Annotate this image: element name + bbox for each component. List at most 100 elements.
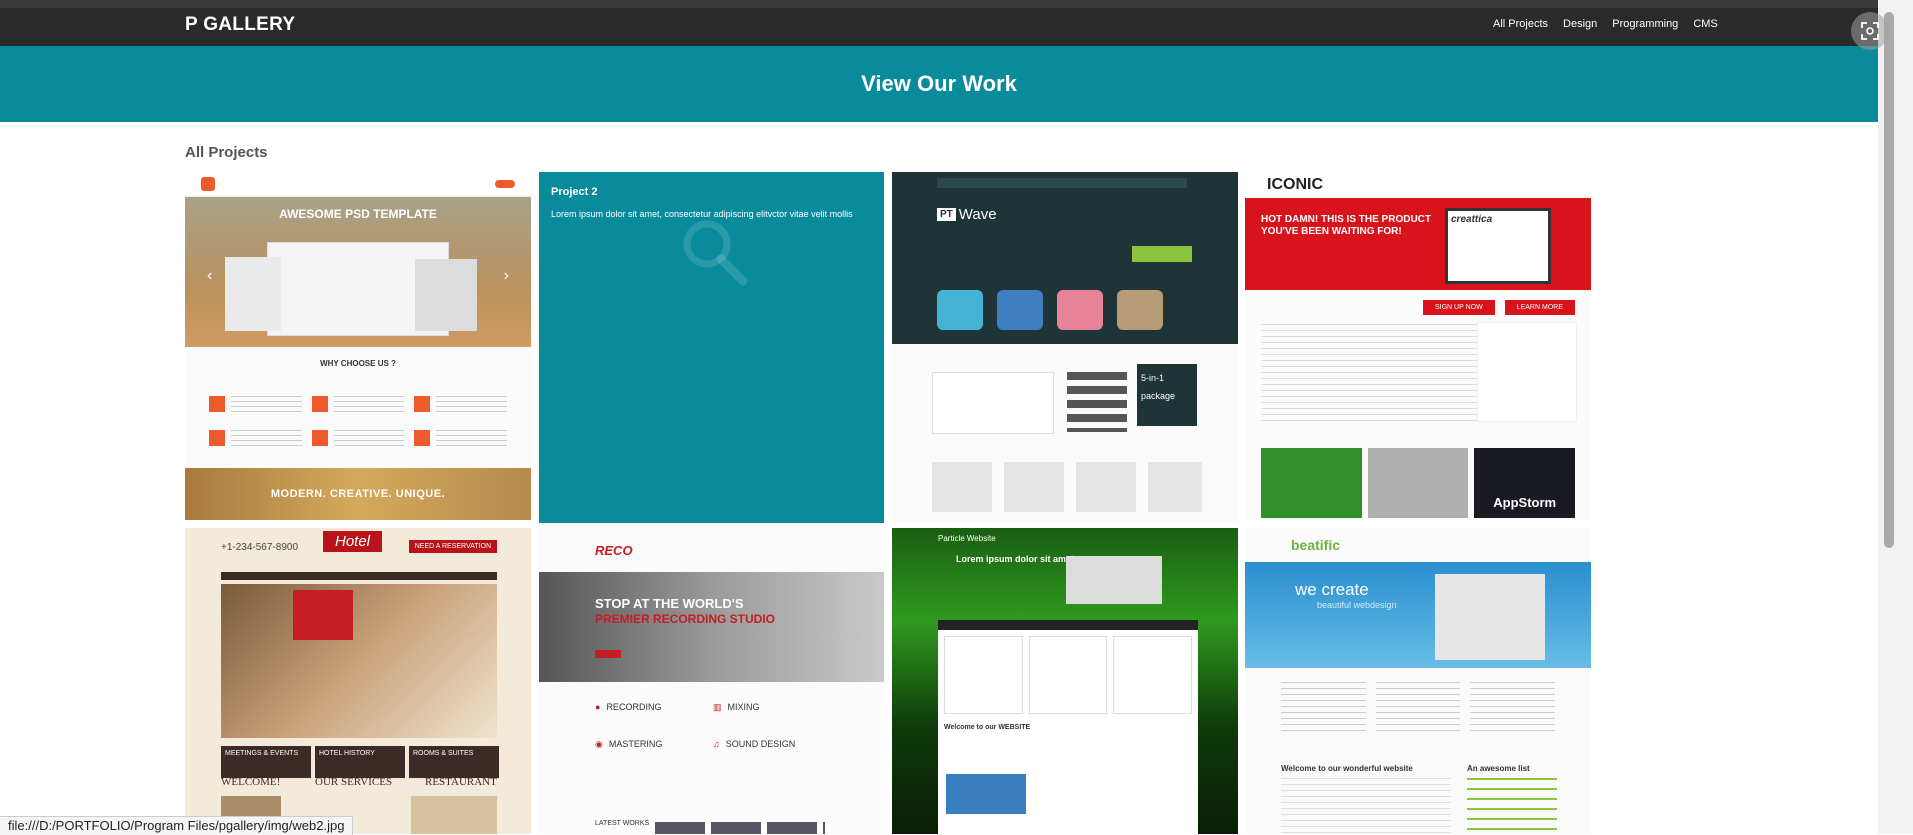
testimonial-box — [932, 372, 1054, 434]
hotel-button-history: HOTEL HISTORY — [315, 746, 405, 778]
beatific-hero-text: we create — [1295, 580, 1369, 599]
hotel-logo: Hotel — [323, 531, 383, 552]
reco-headline-2: PREMIER RECORDING STUDIO — [595, 612, 776, 626]
learn-more-button: LEARN MORE — [1504, 300, 1575, 315]
project-tile-2[interactable]: Project 2 Lorem ipsum dolor sit amet, co… — [539, 172, 884, 523]
beatific-feature — [1375, 682, 1461, 732]
hotel-heading-services: OUR SERVICES — [315, 776, 393, 788]
thumb-gray — [1367, 448, 1469, 518]
umbrella-icon — [1057, 290, 1103, 330]
feature-item — [209, 396, 302, 416]
wave-logo: PT Wave — [937, 206, 997, 223]
project-tile-4[interactable]: ICONIC HOT DAMN! THIS IS THE PRODUCT YOU… — [1245, 172, 1591, 520]
reco-headline: STOP AT THE WORLD'S — [595, 596, 744, 611]
beatific-device-mockup — [1435, 574, 1545, 660]
beatific-feature — [1470, 682, 1556, 732]
package-label: 5-in-1 package — [1141, 373, 1176, 401]
iconic-cta-row: SIGN UP NOW LEARN MORE — [1245, 290, 1591, 315]
reco-cta — [595, 650, 621, 658]
main-nav: All Projects Design Programming CMS — [1493, 18, 1718, 30]
project-tile-7[interactable]: Particle Website Lorem ipsum dolor sit a… — [892, 528, 1238, 834]
particle-nav — [938, 620, 1198, 630]
product-card — [944, 636, 1023, 714]
feature-item — [311, 396, 405, 416]
hotel-heading-welcome: WELCOME! — [221, 776, 281, 788]
particle-logo: Particle Website — [938, 534, 996, 543]
thumb-header — [185, 172, 531, 197]
particle-hero-text: Lorem ipsum dolor sit amet — [956, 554, 1075, 564]
product-card — [1028, 636, 1108, 714]
parrot-image — [946, 774, 1026, 814]
wave-top-nav — [937, 178, 1187, 188]
device-mockup-right — [415, 259, 477, 331]
thumb-nav-pill — [495, 180, 515, 188]
particle-welcome: Welcome to our WEBSITE — [944, 724, 1031, 731]
nav-link-design[interactable]: Design — [1563, 18, 1597, 30]
project-tile-6[interactable]: RECO STOP AT THE WORLD'S PREMIER RECORDI… — [539, 528, 884, 834]
iconic-logo: ICONIC — [1267, 176, 1323, 193]
nav-link-cms[interactable]: CMS — [1693, 18, 1717, 30]
reco-hero: STOP AT THE WORLD'S PREMIER RECORDING ST… — [539, 572, 884, 682]
hotel-feature-box — [293, 590, 353, 640]
top-navbar: P GALLERY All Projects Design Programmin… — [0, 0, 1878, 46]
beatific-text-block — [1281, 778, 1451, 834]
section-title: All Projects — [185, 144, 268, 161]
project-tile-5[interactable]: +1-234-567-8900 Hotel NEED A RESERVATION… — [185, 528, 531, 834]
features-grid — [185, 368, 531, 450]
beatific-welcome: Welcome to our wonderful website — [1281, 764, 1413, 773]
screen-capture-button[interactable] — [1851, 12, 1889, 50]
drop-icon — [1117, 290, 1163, 330]
beatific-hero: we create beautiful webdesign — [1245, 562, 1591, 668]
slider-next-icon: › — [503, 267, 509, 284]
wave-hero: PT Wave — [892, 172, 1238, 344]
service-sound-design: ♫ SOUND DESIGN — [713, 739, 796, 749]
hotel-button-meetings: MEETINGS & EVENTS — [221, 746, 311, 778]
hotel-header: +1-234-567-8900 Hotel NEED A RESERVATION — [185, 528, 531, 566]
thumb-hero: AWESOME PSD TEMPLATE ‹ › — [185, 197, 531, 347]
capture-icon — [1861, 22, 1879, 40]
feature-item — [414, 430, 507, 450]
thumb-green — [1261, 448, 1362, 518]
hotel-headings: WELCOME! OUR SERVICES RESTAURANT — [221, 776, 497, 788]
hero-banner: View Our Work — [0, 46, 1878, 122]
scrollbar-thumb[interactable] — [1884, 12, 1894, 548]
project-tile-1[interactable]: AWESOME PSD TEMPLATE ‹ › WHY CHOOSE US ?… — [185, 172, 531, 520]
from-the-blog — [1477, 322, 1577, 422]
project-tile-8[interactable]: beatific we create beautiful webdesign W… — [1245, 528, 1591, 834]
hotel-button-rooms: ROOMS & SUITES — [409, 746, 499, 778]
creattica-label: creattica — [1451, 214, 1493, 225]
wave-footer — [932, 462, 1202, 512]
laptop-mockup: creattica — [1445, 208, 1551, 284]
hotel-heading-restaurant: RESTAURANT — [425, 776, 497, 788]
feature-item — [414, 396, 507, 416]
modern-banner: MODERN. CREATIVE. UNIQUE. — [185, 468, 531, 520]
nav-link-all-projects[interactable]: All Projects — [1493, 18, 1548, 30]
wave-logo-prefix: PT — [937, 208, 956, 221]
iconic-headline: HOT DAMN! THIS IS THE PRODUCT YOU'VE BEE… — [1261, 214, 1431, 237]
device-mockup-left — [225, 257, 281, 331]
iconic-header: ICONIC — [1245, 172, 1591, 198]
project-title: Project 2 — [551, 186, 598, 198]
reco-latest-works: LATEST WORKS — [595, 820, 650, 827]
hotel-thumb-2 — [411, 796, 497, 834]
service-recording: ● RECORDING — [595, 702, 662, 712]
signup-button: SIGN UP NOW — [1422, 300, 1495, 315]
hotel-reservation: NEED A RESERVATION — [408, 540, 497, 553]
project-tile-3[interactable]: PT Wave 5-in-1 package — [892, 172, 1238, 523]
iconic-text-block — [1261, 324, 1481, 424]
brand-logo[interactable]: P GALLERY — [185, 14, 295, 36]
feature-item — [311, 430, 405, 450]
nav-link-programming[interactable]: Programming — [1612, 18, 1678, 30]
reco-logo: RECO — [595, 542, 633, 558]
star-icon — [997, 290, 1043, 330]
beatific-list — [1467, 778, 1557, 834]
service-mixing: ▥ MIXING — [713, 702, 760, 712]
wave-logo-text: Wave — [958, 206, 997, 223]
beatific-logo: beatific — [1291, 537, 1341, 553]
frexy-logo-icon — [201, 177, 215, 191]
beatific-header: beatific — [1245, 528, 1591, 562]
why-choose-heading: WHY CHOOSE US ? — [320, 359, 396, 368]
hotel-phone: +1-234-567-8900 — [221, 542, 299, 553]
particle-products — [938, 630, 1198, 720]
hotel-nav — [221, 572, 497, 580]
